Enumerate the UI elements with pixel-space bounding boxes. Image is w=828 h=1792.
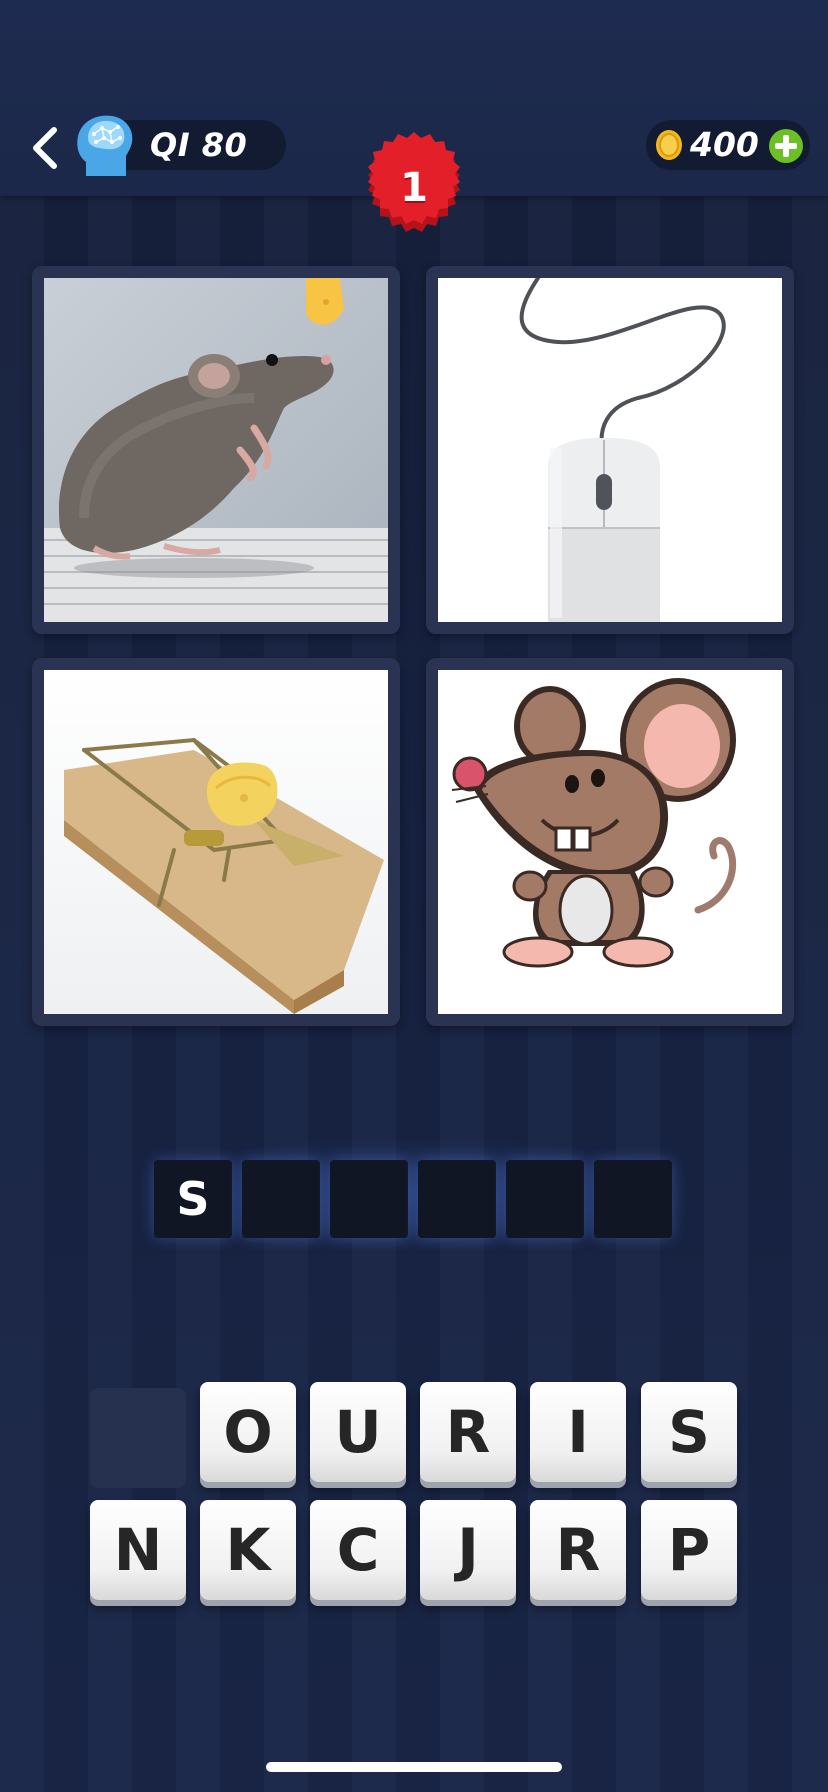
letter-key-used xyxy=(90,1388,186,1488)
letter-key[interactable]: O xyxy=(200,1382,296,1482)
letter-key[interactable]: R xyxy=(530,1500,626,1600)
mousetrap-picture xyxy=(44,670,388,1014)
home-indicator[interactable] xyxy=(266,1762,562,1772)
back-arrow-icon[interactable] xyxy=(26,124,66,172)
letter-key[interactable]: J xyxy=(420,1500,516,1600)
brain-head-icon xyxy=(77,115,133,176)
answer-slot-1[interactable]: S xyxy=(154,1160,232,1238)
coin-icon xyxy=(656,130,682,160)
picture-tile-4 xyxy=(426,658,794,1026)
answer-slot-2[interactable] xyxy=(242,1160,320,1238)
answer-slot-4[interactable] xyxy=(418,1160,496,1238)
computer-mouse-picture xyxy=(438,278,782,622)
picture-tile-1 xyxy=(32,266,400,634)
add-coins-plus-icon[interactable] xyxy=(768,128,804,164)
level-number: 1 xyxy=(400,165,428,211)
answer-slot-5[interactable] xyxy=(506,1160,584,1238)
letter-key[interactable]: I xyxy=(530,1382,626,1482)
letter-key[interactable]: S xyxy=(641,1382,737,1482)
cartoon-mouse-picture xyxy=(438,670,782,1014)
letter-key[interactable]: K xyxy=(200,1500,296,1600)
answer-slot-6[interactable] xyxy=(594,1160,672,1238)
picture-tile-3 xyxy=(32,658,400,1026)
mouse-animal-picture xyxy=(44,278,388,622)
letter-key[interactable]: R xyxy=(420,1382,516,1482)
answer-slot-3[interactable] xyxy=(330,1160,408,1238)
letter-key[interactable]: P xyxy=(641,1500,737,1600)
letter-key[interactable]: N xyxy=(90,1500,186,1600)
iq-score-label: QI 80 xyxy=(150,126,248,164)
letter-key[interactable]: C xyxy=(310,1500,406,1600)
letter-key[interactable]: U xyxy=(310,1382,406,1482)
picture-tile-2 xyxy=(426,266,794,634)
coins-count: 400 xyxy=(690,125,759,164)
